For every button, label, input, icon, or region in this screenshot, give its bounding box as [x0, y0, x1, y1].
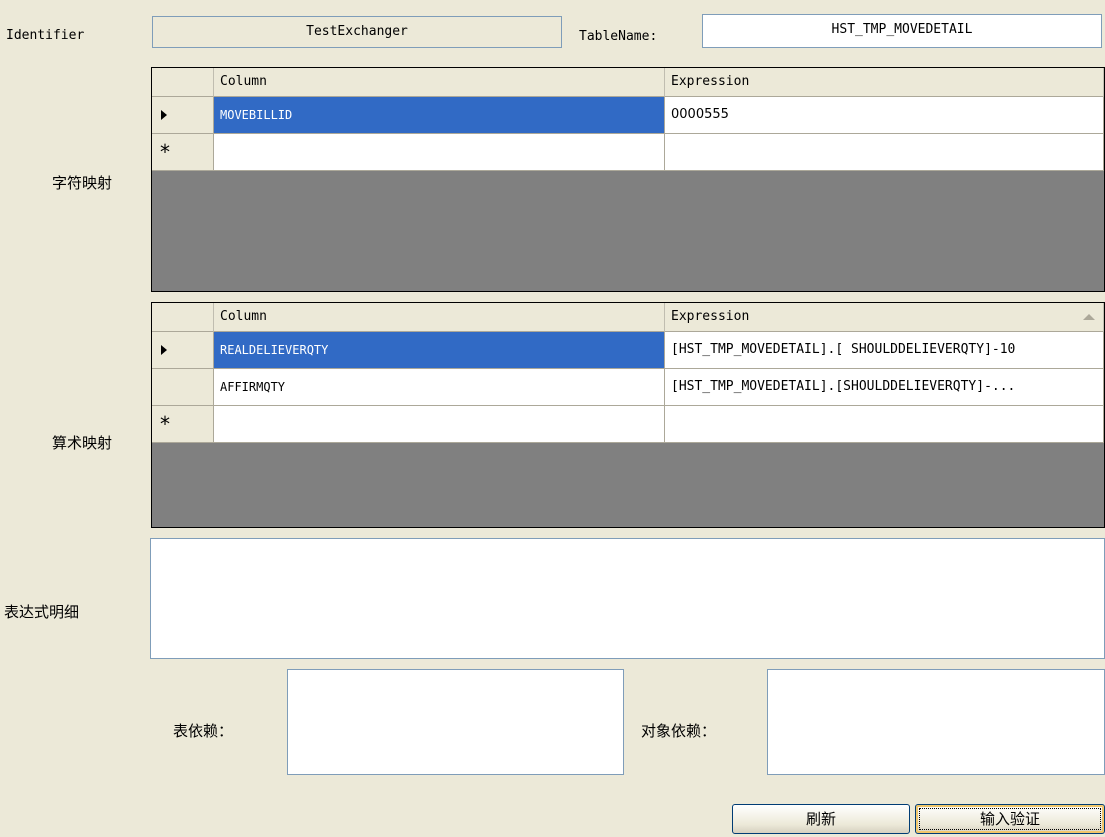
cell-expression[interactable]: [HST_TMP_MOVEDETAIL].[ SHOULDDELIEVERQTY… — [665, 332, 1104, 369]
column-header[interactable]: Column — [214, 68, 665, 97]
object-dependency-field[interactable] — [767, 669, 1105, 775]
sort-ascending-icon — [1083, 314, 1095, 320]
row-selector[interactable]: * — [152, 406, 214, 443]
table-row[interactable]: MOVEBILLID 0000555 — [152, 97, 1104, 134]
validate-button-label: 输入验证 — [979, 810, 1040, 828]
refresh-button[interactable]: 刷新 — [732, 804, 910, 834]
table-dependency-label: 表依赖： — [173, 722, 234, 740]
grid-header: Column Expression — [152, 303, 1104, 332]
cell-expression[interactable] — [665, 134, 1104, 171]
row-selector[interactable] — [152, 97, 214, 134]
row-selector[interactable]: * — [152, 134, 214, 171]
row-header-corner — [152, 303, 214, 332]
cell-column[interactable]: AFFIRMQTY — [214, 369, 665, 406]
expression-detail-label: 表达式明细 — [4, 603, 80, 621]
cell-column[interactable] — [214, 406, 665, 443]
tablename-field[interactable]: HST_TMP_MOVEDETAIL — [702, 14, 1102, 48]
grid-header: Column Expression — [152, 68, 1104, 97]
new-row[interactable]: * — [152, 134, 1104, 171]
expression-header[interactable]: Expression — [665, 303, 1104, 332]
char-mapping-label: 字符映射 — [52, 174, 113, 192]
row-pointer-icon — [161, 345, 167, 355]
table-dependency-field[interactable] — [287, 669, 624, 775]
new-row[interactable]: * — [152, 406, 1104, 443]
table-row[interactable]: REALDELIEVERQTY [HST_TMP_MOVEDETAIL].[ S… — [152, 332, 1104, 369]
expression-detail-textarea[interactable] — [150, 538, 1105, 659]
char-mapping-grid[interactable]: Column Expression MOVEBILLID 0000555 * — [151, 67, 1105, 292]
row-selector[interactable] — [152, 369, 214, 406]
expression-header-label: Expression — [671, 309, 750, 324]
cell-expression[interactable]: [HST_TMP_MOVEDETAIL].[SHOULDDELIEVERQTY]… — [665, 369, 1104, 406]
cell-expression[interactable] — [665, 406, 1104, 443]
arith-mapping-grid[interactable]: Column Expression REALDELIEVERQTY [HST_T… — [151, 302, 1105, 528]
row-pointer-icon — [161, 110, 167, 120]
cell-column[interactable]: REALDELIEVERQTY — [214, 332, 665, 369]
identifier-field[interactable]: TestExchanger — [152, 16, 562, 48]
tablename-label: TableName: — [579, 29, 658, 44]
identifier-label: Identifier — [6, 28, 85, 43]
column-header[interactable]: Column — [214, 303, 665, 332]
validate-button[interactable]: 输入验证 — [915, 804, 1105, 834]
cell-column[interactable] — [214, 134, 665, 171]
table-row[interactable]: AFFIRMQTY [HST_TMP_MOVEDETAIL].[SHOULDDE… — [152, 369, 1104, 406]
expression-header[interactable]: Expression — [665, 68, 1104, 97]
object-dependency-label: 对象依赖： — [641, 722, 717, 740]
new-row-star-icon: * — [160, 412, 170, 436]
cell-expression[interactable]: 0000555 — [665, 97, 1104, 134]
cell-column[interactable]: MOVEBILLID — [214, 97, 665, 134]
arith-mapping-label: 算术映射 — [52, 434, 113, 452]
row-selector[interactable] — [152, 332, 214, 369]
new-row-star-icon: * — [160, 140, 170, 164]
row-header-corner — [152, 68, 214, 97]
